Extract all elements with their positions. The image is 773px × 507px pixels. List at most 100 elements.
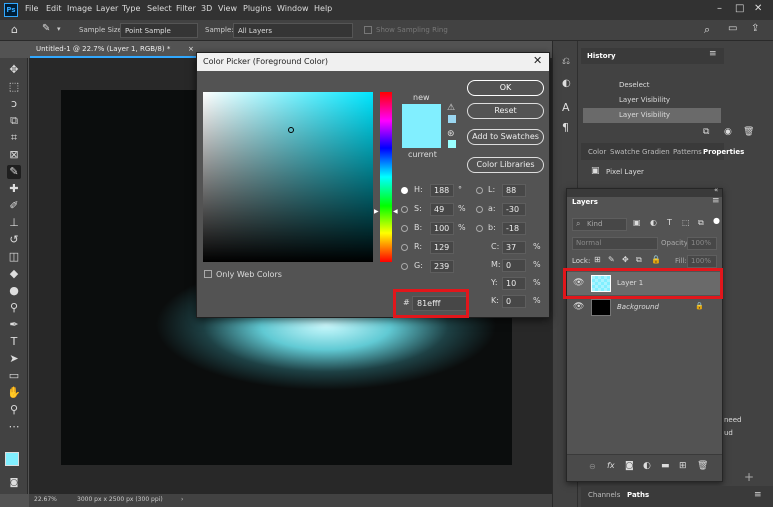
hue-slider[interactable]: ▶ ◀ — [374, 92, 398, 262]
link-layers-icon[interactable]: ⊖ — [589, 462, 596, 471]
maximize-icon[interactable]: □ — [735, 3, 744, 14]
lasso-tool-icon[interactable]: ↄ — [7, 97, 21, 111]
delete-state-icon[interactable]: 🗑 — [743, 127, 754, 137]
close-icon[interactable]: ✕ — [754, 3, 762, 14]
frame-tool-icon[interactable]: ⊠ — [7, 148, 21, 162]
adjustments-panel-icon[interactable]: ◐ — [562, 78, 571, 89]
paint-bucket-icon[interactable]: ◆ — [7, 267, 21, 281]
fill-field[interactable]: 100% — [687, 255, 717, 268]
hue-arrow-right-icon[interactable]: ◀ — [393, 208, 398, 215]
color-marker[interactable] — [288, 127, 294, 133]
tab-paths[interactable]: Paths — [627, 491, 649, 499]
zoom-level[interactable]: 22.67% — [34, 496, 57, 503]
current-color-swatch[interactable] — [402, 126, 441, 148]
layers-panel-grip[interactable] — [567, 189, 722, 197]
eyedropper-icon[interactable]: ✎ — [7, 165, 21, 179]
clone-stamp-icon[interactable]: ⊥ — [7, 216, 21, 230]
history-tab[interactable]: History — [587, 52, 616, 60]
tab-swatches[interactable]: Swatche — [610, 148, 640, 156]
gamut-swatch[interactable] — [448, 115, 456, 123]
type-tool-icon[interactable]: T — [7, 335, 21, 349]
adjustment-layer-icon[interactable]: ◐ — [643, 461, 651, 471]
sample-select[interactable]: All Layers — [233, 23, 353, 38]
black-input[interactable]: 0 — [502, 295, 526, 308]
lab-b-radio[interactable] — [476, 225, 483, 232]
blend-mode-select[interactable]: Normal — [572, 237, 658, 250]
share-icon[interactable]: ⇪ — [751, 23, 759, 34]
saturation-input[interactable]: 49 — [430, 203, 454, 216]
photoshop-logo[interactable]: Ps — [4, 3, 18, 17]
menu-filter[interactable]: Filter — [176, 4, 196, 13]
reset-button[interactable]: Reset — [467, 103, 544, 119]
minimize-icon[interactable]: – — [717, 3, 722, 14]
brush-tool-icon[interactable]: ✐ — [7, 199, 21, 213]
filter-smart-object-icon[interactable]: ⧉ — [698, 218, 704, 228]
close-tab-icon[interactable]: × — [188, 45, 194, 53]
show-ring-checkbox[interactable] — [364, 26, 372, 34]
menu-file[interactable]: File — [25, 4, 38, 13]
new-group-icon[interactable]: ▬ — [661, 461, 670, 471]
visibility-eye-icon[interactable]: 👁 — [573, 302, 584, 312]
lab-a-radio[interactable] — [476, 206, 483, 213]
status-arrow-icon[interactable]: › — [181, 496, 183, 503]
layers-tab[interactable]: Layers — [572, 198, 598, 206]
filter-shape-icon[interactable]: ⬚ — [682, 218, 690, 227]
brightness-input[interactable]: 100 — [430, 222, 454, 235]
menu-window[interactable]: Window — [277, 4, 309, 13]
tab-gradients[interactable]: Gradien — [642, 148, 670, 156]
document-info[interactable]: 3000 px x 2500 px (300 ppi) — [77, 496, 163, 503]
lab-l-input[interactable]: 88 — [502, 184, 526, 197]
history-item[interactable]: Deselect — [583, 78, 721, 93]
sample-size-select[interactable]: Point Sample — [120, 23, 198, 38]
add-icon[interactable]: + — [744, 470, 754, 484]
layer-row[interactable]: 👁 Background 🔒 — [567, 296, 722, 319]
red-radio[interactable] — [401, 244, 408, 251]
history-brush-icon[interactable]: ↺ — [7, 233, 21, 247]
opacity-field[interactable]: 100% — [687, 237, 717, 250]
rectangle-tool-icon[interactable]: ▭ — [7, 369, 21, 383]
menu-3d[interactable]: 3D — [201, 4, 212, 13]
search-icon[interactable]: ⌕ — [704, 23, 710, 37]
workspace-icon[interactable]: ▭ — [728, 23, 737, 34]
filter-kind-select[interactable]: ⌕ Kind — [572, 218, 627, 231]
character-panel-icon[interactable]: A — [562, 101, 570, 114]
menu-image[interactable]: Image — [67, 4, 92, 13]
menu-edit[interactable]: Edit — [46, 4, 62, 13]
filter-type-icon[interactable]: T — [667, 218, 672, 227]
zoom-tool-icon[interactable]: ⚲ — [7, 403, 21, 417]
filter-adjustment-icon[interactable]: ◐ — [650, 218, 657, 227]
document-tab[interactable]: Untitled-1 @ 22.7% (Layer 1, RGB/8) * × — [30, 42, 198, 58]
lock-artboard-icon[interactable]: ⧉ — [636, 255, 642, 265]
magenta-input[interactable]: 0 — [502, 259, 526, 272]
panel-menu-icon[interactable]: ≡ — [754, 490, 762, 500]
move-tool-icon[interactable]: ✥ — [7, 63, 21, 77]
filter-pixel-icon[interactable]: ▣ — [633, 218, 641, 227]
tool-preset-chevron-icon[interactable]: ▾ — [57, 25, 61, 33]
saturation-brightness-field[interactable] — [203, 92, 373, 262]
cyan-input[interactable]: 37 — [502, 241, 526, 254]
lock-position-icon[interactable]: ✥ — [622, 255, 629, 264]
object-select-tool-icon[interactable]: ⧉ — [7, 114, 21, 128]
only-web-colors-checkbox[interactable] — [204, 270, 212, 278]
tab-properties[interactable]: Properties — [703, 148, 744, 156]
layers-menu-icon[interactable]: ≡ — [712, 196, 720, 206]
lock-image-icon[interactable]: ✎ — [608, 255, 615, 264]
hue-arrow-left-icon[interactable]: ▶ — [374, 208, 379, 215]
history-panel-icon[interactable]: ⎌ — [562, 56, 570, 67]
green-radio[interactable] — [401, 263, 408, 270]
hue-radio[interactable] — [401, 187, 408, 194]
tab-color[interactable]: Color — [588, 148, 606, 156]
crop-tool-icon[interactable]: ⌗ — [7, 131, 21, 145]
path-select-icon[interactable]: ➤ — [7, 352, 21, 366]
ok-button[interactable]: OK — [467, 80, 544, 96]
lock-all-icon[interactable]: 🔒 — [651, 255, 661, 264]
menu-select[interactable]: Select — [147, 4, 172, 13]
eraser-tool-icon[interactable]: ◫ — [7, 250, 21, 264]
menu-plugins[interactable]: Plugins — [243, 4, 272, 13]
menu-layer[interactable]: Layer — [96, 4, 118, 13]
new-snapshot-icon[interactable]: ◉ — [724, 127, 732, 137]
filter-toggle-icon[interactable]: ● — [713, 216, 720, 225]
saturation-radio[interactable] — [401, 206, 408, 213]
lab-l-radio[interactable] — [476, 187, 483, 194]
history-item-cut[interactable] — [583, 64, 721, 72]
